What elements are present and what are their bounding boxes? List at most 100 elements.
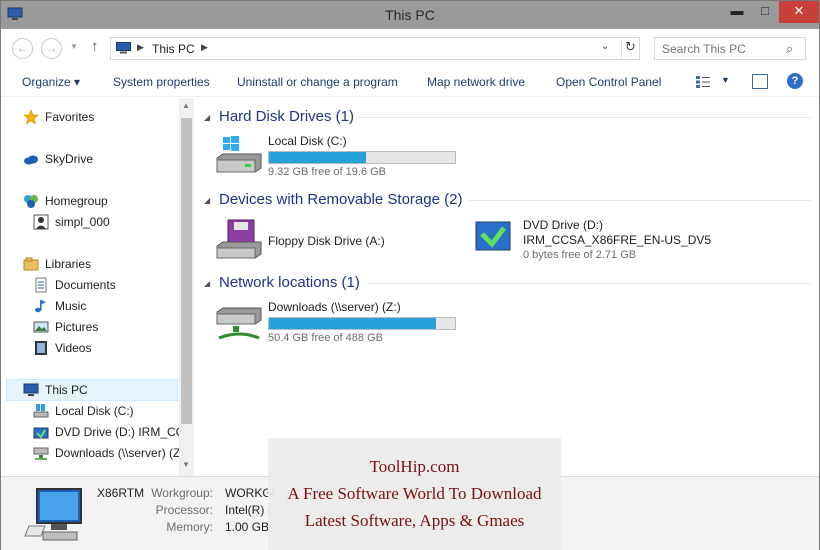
drive-free-space: 0 bytes free of 2.71 GB (523, 249, 637, 261)
address-row: ← → ▼ ↑ ▶ This PC ▶ ⌄ ↻ ⌕ (1, 29, 819, 67)
network-drive-icon (216, 307, 262, 340)
group-divider (469, 200, 811, 201)
change-view-icon[interactable] (695, 75, 711, 89)
up-button[interactable]: ↑ (91, 38, 99, 55)
drive-name: Downloads (\\server) (Z:) (268, 300, 401, 314)
maximize-button[interactable]: □ (751, 1, 779, 23)
nav-label: Music (55, 299, 87, 313)
drive-floppy-a[interactable]: Floppy Disk Drive (A:) (215, 218, 445, 262)
documents-icon (35, 277, 47, 293)
breadcrumb-separator[interactable]: ▶ (137, 42, 144, 53)
libraries-icon (23, 257, 39, 271)
drive-dvd-d[interactable]: DVD Drive (D:) IRM_CCSA_X86FRE_EN-US_DV5… (470, 218, 730, 262)
help-icon[interactable]: ? (787, 73, 803, 89)
local-disk-icon (33, 404, 49, 418)
group-divider (367, 283, 811, 284)
this-pc-icon (116, 42, 131, 54)
scroll-down-icon[interactable]: ▼ (182, 460, 190, 469)
close-button[interactable]: ✕ (779, 1, 819, 23)
forward-button[interactable]: → (41, 38, 62, 59)
drive-free-space: 9.32 GB free of 19.6 GB (268, 166, 387, 178)
navigation-pane: Favorites SkyDrive Homegroup simpl_000 L… (1, 98, 194, 476)
this-pc-icon (23, 383, 39, 396)
scroll-up-icon[interactable]: ▲ (182, 101, 190, 110)
window-title: This PC (385, 7, 435, 23)
nav-label: Homegroup (45, 194, 108, 208)
nav-label: Local Disk (C:) (55, 404, 134, 418)
memory-label: Memory: (166, 520, 213, 534)
nav-label: Pictures (55, 320, 99, 334)
processor-value: Intel(R) ( (225, 503, 272, 517)
collapse-caret-icon[interactable]: ◢ (204, 196, 210, 205)
search-box[interactable]: ⌕ (654, 37, 806, 60)
drive-usage-fill (269, 318, 437, 329)
memory-value: 1.00 GB (225, 520, 270, 534)
watermark-overlay: ToolHip.com A Free Software World To Dow… (268, 438, 561, 550)
nav-label: Favorites (45, 110, 95, 124)
drive-volume-label: IRM_CCSA_X86FRE_EN-US_DV5 (523, 233, 712, 247)
computer-icon (24, 488, 82, 541)
drive-usage-bar (268, 317, 456, 330)
drive-name: Floppy Disk Drive (A:) (268, 234, 385, 248)
collapse-caret-icon[interactable]: ◢ (204, 113, 210, 122)
nav-label: SkyDrive (45, 152, 94, 166)
nav-label: Documents (55, 278, 116, 292)
nav-label: simpl_000 (55, 215, 110, 229)
nav-label: Downloads (\\server) (Z (55, 446, 181, 460)
recent-locations-button[interactable]: ▼ (70, 42, 78, 51)
dvd-drive-icon (33, 427, 49, 439)
homegroup-icon (24, 195, 38, 208)
dvd-drive-icon (475, 221, 511, 251)
watermark-line: Latest Software, Apps & Gmaes (304, 511, 525, 530)
command-bar: Organize ▾ System properties Uninstall o… (1, 67, 819, 97)
processor-label: Processor: (155, 503, 213, 517)
breadcrumb-separator[interactable]: ▶ (201, 42, 208, 53)
nav-label: This PC (45, 383, 88, 397)
address-dropdown-button[interactable]: ⌄ (601, 41, 609, 52)
drive-name: Local Disk (C:) (268, 134, 347, 148)
star-icon (23, 109, 39, 125)
cloud-icon (24, 155, 38, 165)
group-title: Hard Disk Drives (1) (219, 108, 355, 125)
nav-scrollbar[interactable]: ▲ ▼ (179, 98, 194, 476)
watermark-line: A Free Software World To Download (287, 484, 542, 503)
organize-button[interactable]: Organize ▾ (22, 75, 80, 89)
network-drive-icon (33, 447, 49, 460)
pictures-icon (33, 321, 49, 333)
address-bar[interactable]: ▶ This PC ▶ ⌄ ↻ (110, 37, 640, 60)
map-network-drive-button[interactable]: Map network drive (427, 75, 525, 89)
refresh-button[interactable]: ↻ (621, 39, 639, 58)
search-icon[interactable]: ⌕ (786, 41, 793, 57)
collapse-caret-icon[interactable]: ◢ (204, 279, 210, 288)
user-icon (33, 214, 49, 230)
workgroup-label: Workgroup: (151, 486, 213, 500)
videos-icon (35, 341, 47, 355)
drive-usage-bar (268, 151, 456, 164)
system-properties-button[interactable]: System properties (113, 75, 210, 89)
drive-free-space: 50.4 GB free of 488 GB (268, 332, 383, 344)
group-title: Network locations (1) (219, 274, 360, 291)
local-disk-icon (216, 136, 262, 173)
group-title: Devices with Removable Storage (2) (219, 191, 463, 208)
drive-local-c[interactable]: Local Disk (C:) 9.32 GB free of 19.6 GB (215, 134, 465, 178)
open-control-panel-button[interactable]: Open Control Panel (556, 75, 661, 89)
preview-pane-icon[interactable] (752, 74, 768, 89)
content-pane: ◢ Hard Disk Drives (1) Local Disk (C:) 9… (194, 98, 819, 476)
breadcrumb-this-pc[interactable]: This PC (152, 42, 195, 56)
watermark-line: ToolHip.com (369, 457, 460, 476)
view-options-dropdown-icon[interactable]: ▼ (721, 75, 730, 85)
minimize-button[interactable]: ▬ (723, 1, 751, 23)
title-bar[interactable]: This PC ▬ □ ✕ (1, 1, 819, 29)
group-divider (359, 117, 811, 118)
music-icon (35, 300, 46, 313)
back-button[interactable]: ← (12, 38, 33, 59)
drive-usage-fill (269, 152, 366, 163)
floppy-disk-icon (216, 219, 262, 259)
scroll-thumb[interactable] (181, 118, 192, 424)
uninstall-program-button[interactable]: Uninstall or change a program (237, 75, 398, 89)
nav-label: Libraries (45, 257, 92, 271)
nav-label: DVD Drive (D:) IRM_CCS (55, 425, 193, 439)
drive-downloads-z[interactable]: Downloads (\\server) (Z:) 50.4 GB free o… (215, 300, 465, 344)
drive-name: DVD Drive (D:) (523, 218, 603, 232)
search-input[interactable] (656, 39, 784, 58)
